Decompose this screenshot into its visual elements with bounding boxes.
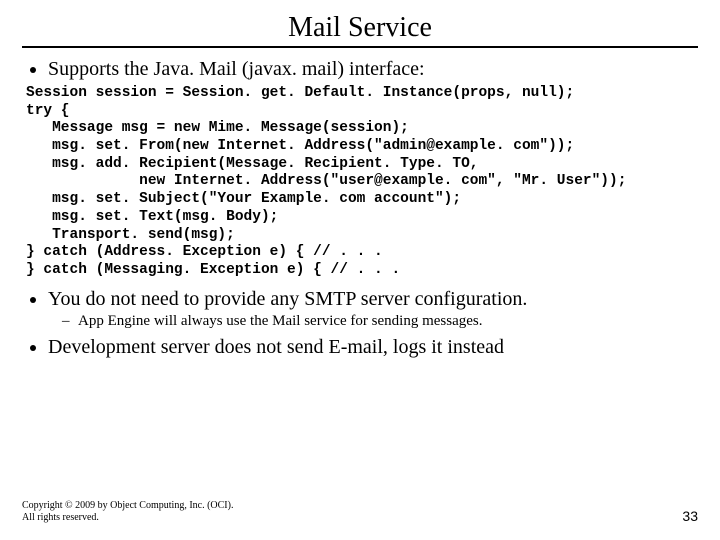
title-rule bbox=[22, 46, 698, 48]
slide-title: Mail Service bbox=[22, 12, 698, 44]
slide: Mail Service Supports the Java. Mail (ja… bbox=[0, 0, 720, 540]
bullet-2-text: You do not need to provide any SMTP serv… bbox=[48, 288, 527, 310]
sub-bullet-1: App Engine will always use the Mail serv… bbox=[78, 313, 698, 330]
copyright-footer: Copyright © 2009 by Object Computing, In… bbox=[22, 500, 233, 524]
bullet-1: Supports the Java. Mail (javax. mail) in… bbox=[48, 58, 698, 81]
page-number: 33 bbox=[682, 508, 698, 524]
bullet-list: Supports the Java. Mail (javax. mail) in… bbox=[22, 58, 698, 81]
footer-line-2: All rights reserved. bbox=[22, 512, 233, 524]
code-block: Session session = Session. get. Default.… bbox=[26, 85, 698, 280]
bullet-list-2: You do not need to provide any SMTP serv… bbox=[22, 288, 698, 359]
footer-line-1: Copyright © 2009 by Object Computing, In… bbox=[22, 500, 233, 512]
sub-bullet-list: App Engine will always use the Mail serv… bbox=[48, 313, 698, 330]
bullet-2: You do not need to provide any SMTP serv… bbox=[48, 288, 698, 330]
bullet-3: Development server does not send E-mail,… bbox=[48, 336, 698, 359]
